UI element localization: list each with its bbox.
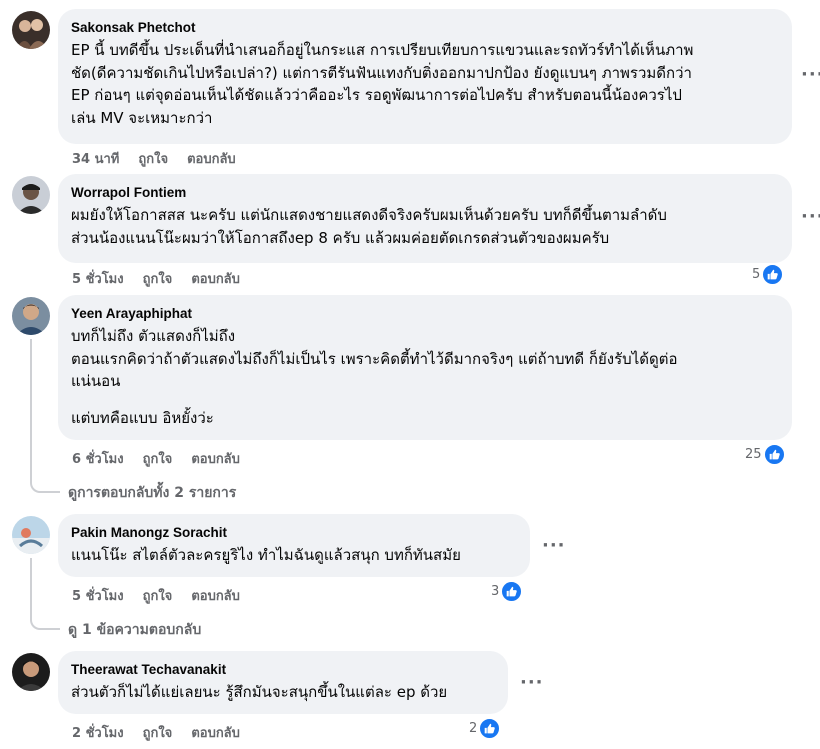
thread-line — [30, 339, 32, 479]
comment-bubble: Yeen Arayaphiphat บทก็ไม่ถึง ตัวแสดงก็ไม… — [58, 295, 792, 440]
comment-bubble: Worrapol Fontiem ผมยังให้โอกาสสส นะครับ … — [58, 174, 792, 263]
comment-author[interactable]: Yeen Arayaphiphat — [71, 305, 780, 323]
comment-bubble: Theerawat Techavanakit ส่วนตัวก็ไม่ได้แย… — [58, 651, 508, 714]
reaction-count[interactable]: 3 — [491, 581, 523, 602]
like-button[interactable]: ถูกใจ — [143, 585, 173, 606]
comment-author[interactable]: Pakin Manongz Sorachit — [71, 524, 518, 542]
reply-button[interactable]: ตอบกลับ — [191, 722, 240, 743]
comment-actions: 5 ชั่วโมง ถูกใจ ตอบกลับ — [72, 268, 240, 289]
reaction-count-value: 3 — [491, 584, 500, 599]
like-button[interactable]: ถูกใจ — [143, 268, 173, 289]
comment-author[interactable]: Theerawat Techavanakit — [71, 661, 496, 679]
reaction-count[interactable]: 2 — [469, 718, 501, 739]
like-button[interactable]: ถูกใจ — [143, 448, 173, 469]
like-thumb-icon — [763, 444, 785, 465]
more-options-icon[interactable]: ··· — [520, 672, 544, 693]
comment-text-line: เล่น MV จะเหมาะกว่า — [71, 108, 213, 127]
comment-actions: 6 ชั่วโมง ถูกใจ ตอบกลับ — [72, 448, 240, 469]
comment-text-line: ตอนแรกคิดว่าถ้าตัวแสดงไม่ถึงก็ไม่เป็นไร … — [71, 349, 678, 368]
more-options-icon[interactable]: ··· — [801, 64, 820, 85]
avatar[interactable] — [12, 176, 50, 214]
comment-text-line: ส่วนน้องแนนโน๊ะผมว่าให้โอกาสถึงep 8 ครับ… — [71, 228, 610, 247]
reaction-count-value: 25 — [745, 447, 762, 462]
more-options-icon[interactable]: ··· — [542, 535, 566, 556]
like-thumb-icon — [501, 581, 523, 602]
comment-actions: 34 นาที ถูกใจ ตอบกลับ — [72, 148, 236, 169]
comment-text-line: แต่บทคือแบบ อิหยั้งว่ะ — [71, 408, 214, 427]
reaction-count[interactable]: 25 — [745, 444, 785, 465]
comment-author[interactable]: Worrapol Fontiem — [71, 184, 780, 202]
comment-bubble: Pakin Manongz Sorachit แนนโน๊ะ สไตล์ตัวล… — [58, 514, 530, 577]
avatar[interactable] — [12, 516, 50, 554]
comment-timestamp[interactable]: 2 ชั่วโมง — [72, 722, 124, 743]
like-button[interactable]: ถูกใจ — [138, 148, 168, 169]
comment-timestamp[interactable]: 5 ชั่วโมง — [72, 585, 124, 606]
reply-button[interactable]: ตอบกลับ — [191, 448, 240, 469]
comment-text-line: ชัด(ดีความชัดเกินไปหรือเปล่า?) แต่การตีร… — [71, 63, 692, 82]
comment-text-line: แนนโน๊ะ สไตล์ตัวละครยูริไง ทำไมฉันดูแล้ว… — [71, 546, 461, 564]
view-replies-link[interactable]: ดูการตอบกลับทั้ง 2 รายการ — [68, 482, 236, 504]
like-thumb-icon — [479, 718, 501, 739]
comment-bubble: Sakonsak Phetchot EP นี้ บทดีขึ้น ประเด็… — [58, 9, 792, 144]
reply-button[interactable]: ตอบกลับ — [187, 148, 236, 169]
more-options-icon[interactable]: ··· — [801, 206, 820, 227]
comment-timestamp[interactable]: 6 ชั่วโมง — [72, 448, 124, 469]
comment-text-line: EP ก่อนๆ แต่จุดอ่อนเห็นได้ชัดแล้วว่าคืออ… — [71, 86, 682, 104]
like-button[interactable]: ถูกใจ — [143, 722, 173, 743]
avatar[interactable] — [12, 653, 50, 691]
thread-line — [30, 558, 32, 616]
thread-connector — [30, 479, 60, 493]
avatar[interactable] — [12, 297, 50, 335]
comment-text-line: แน่นอน — [71, 372, 121, 390]
comment-text-line: EP นี้ บทดีขึ้น ประเด็นที่นำเสนอก็อยู่ใน… — [71, 41, 694, 59]
reaction-count-value: 2 — [469, 721, 478, 736]
reaction-count[interactable]: 5 — [752, 264, 784, 285]
reply-button[interactable]: ตอบกลับ — [191, 585, 240, 606]
comment-text-line: ผมยังให้โอกาสสส นะครับ แต่นักแสดงชายแสดง… — [71, 206, 667, 224]
comment-text-line: บทก็ไม่ถึง ตัวแสดงก็ไม่ถึง — [71, 327, 236, 345]
thread-connector — [30, 616, 60, 630]
comment-timestamp[interactable]: 34 นาที — [72, 148, 119, 169]
avatar[interactable] — [12, 11, 50, 49]
reply-button[interactable]: ตอบกลับ — [191, 268, 240, 289]
comment-author[interactable]: Sakonsak Phetchot — [71, 19, 780, 37]
comment-timestamp[interactable]: 5 ชั่วโมง — [72, 268, 124, 289]
comment-text-line: ส่วนตัวก็ไม่ได้แย่เลยนะ รู้สึกมันจะสนุกข… — [71, 683, 448, 701]
view-replies-link[interactable]: ดู 1 ข้อความตอบกลับ — [68, 619, 201, 641]
comment-actions: 2 ชั่วโมง ถูกใจ ตอบกลับ — [72, 722, 240, 743]
reaction-count-value: 5 — [752, 267, 761, 282]
like-thumb-icon — [762, 264, 784, 285]
comment-actions: 5 ชั่วโมง ถูกใจ ตอบกลับ — [72, 585, 240, 606]
